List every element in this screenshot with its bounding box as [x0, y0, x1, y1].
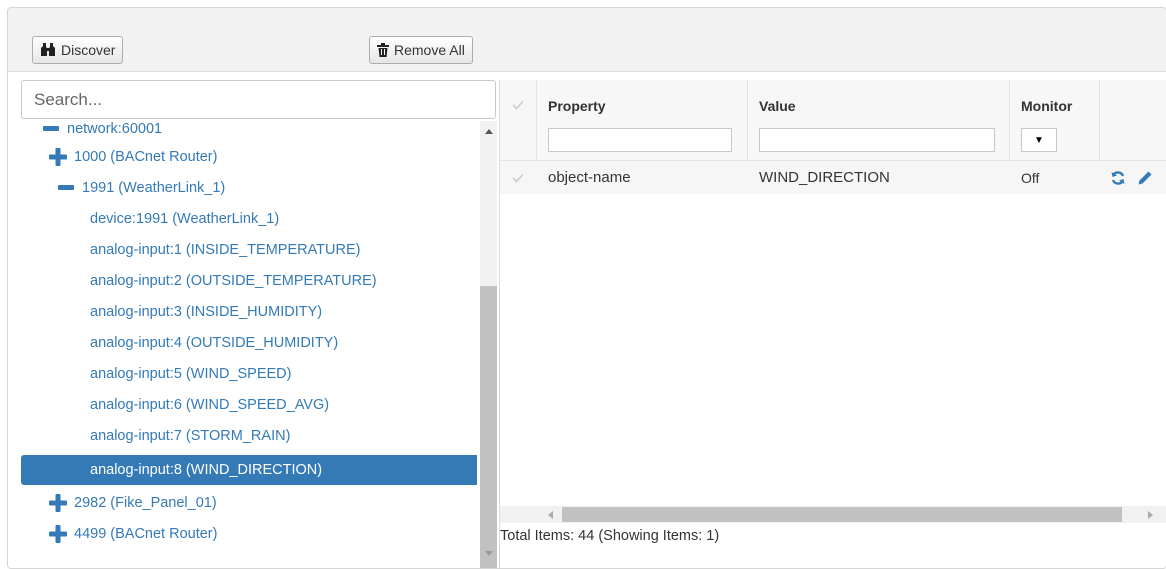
property-filter-input[interactable] — [548, 128, 732, 152]
tree-node-object[interactable]: analog-input:1 (INSIDE_TEMPERATURE) — [21, 235, 477, 265]
grid-header: Property Value Monitor ▼ — [500, 80, 1166, 161]
tree-node-label: 1991 (WeatherLink_1) — [82, 180, 226, 196]
scroll-right-arrow-icon[interactable] — [1142, 506, 1159, 523]
tree-pane: network:60001 1000 (BACnet Router) 1991 … — [21, 80, 497, 568]
tree-node-object[interactable]: analog-input:6 (WIND_SPEED_AVG) — [21, 390, 477, 420]
tree-node-label: analog-input:8 (WIND_DIRECTION) — [90, 462, 323, 478]
trash-icon — [377, 43, 389, 57]
grid-horizontal-scrollbar[interactable] — [500, 506, 1166, 523]
dropdown-arrow-icon: ▼ — [1034, 134, 1044, 146]
remove-all-button[interactable]: Remove All — [369, 36, 473, 64]
tree-node-label: analog-input:7 (STORM_RAIN) — [90, 428, 291, 444]
select-all-column[interactable] — [500, 80, 537, 160]
expand-icon[interactable] — [47, 148, 69, 166]
checkmark-icon[interactable] — [512, 97, 524, 113]
row-checkmark-icon[interactable] — [512, 161, 524, 194]
scrollbar-thumb[interactable] — [562, 507, 1122, 522]
collapse-icon[interactable] — [40, 126, 62, 132]
tree-node-network[interactable]: network:60001 — [21, 121, 477, 144]
tree-node-device-1000[interactable]: 1000 (BACnet Router) — [21, 142, 477, 172]
property-column: Property — [537, 80, 748, 160]
discover-button[interactable]: Discover — [32, 36, 124, 64]
expand-icon[interactable] — [47, 494, 69, 512]
tree-node-label: analog-input:2 (OUTSIDE_TEMPERATURE) — [90, 273, 377, 289]
collapse-icon[interactable] — [55, 185, 77, 191]
monitor-header[interactable]: Monitor — [1021, 98, 1072, 114]
tree-node-device-2982[interactable]: 2982 (Fike_Panel_01) — [21, 488, 477, 518]
tree-node-label: analog-input:1 (INSIDE_TEMPERATURE) — [90, 242, 361, 258]
monitor-filter-select[interactable]: ▼ — [1021, 128, 1057, 152]
discover-label: Discover — [61, 42, 116, 58]
tree-node-object[interactable]: device:1991 (WeatherLink_1) — [21, 204, 477, 234]
toolbar: Discover Remove All — [8, 8, 1166, 72]
tree-node-label: network:60001 — [67, 121, 163, 137]
tree-node-label: analog-input:5 (WIND_SPEED) — [90, 366, 292, 382]
tree-node-object[interactable]: analog-input:5 (WIND_SPEED) — [21, 359, 477, 389]
tree-node-device-1991[interactable]: 1991 (WeatherLink_1) — [21, 173, 477, 203]
refresh-icon[interactable] — [1110, 161, 1126, 194]
tree-node-label: 1000 (BACnet Router) — [74, 149, 218, 165]
tree-node-device-4499[interactable]: 4499 (BACnet Router) — [21, 519, 477, 549]
tree-node-label: 2982 (Fike_Panel_01) — [74, 495, 217, 511]
remove-all-label: Remove All — [394, 42, 465, 58]
value-column: Value — [748, 80, 1010, 160]
tree-node-object[interactable]: analog-input:3 (INSIDE_HUMIDITY) — [21, 297, 477, 327]
tree-node-object[interactable]: analog-input:7 (STORM_RAIN) — [21, 421, 477, 451]
tree-node-label: analog-input:6 (WIND_SPEED_AVG) — [90, 397, 330, 413]
tree-node-label: device:1991 (WeatherLink_1) — [90, 211, 280, 227]
value-cell: WIND_DIRECTION — [759, 169, 890, 186]
value-filter-input[interactable] — [759, 128, 995, 152]
device-tree: network:60001 1000 (BACnet Router) 1991 … — [21, 121, 477, 561]
tree-node-object[interactable]: analog-input:4 (OUTSIDE_HUMIDITY) — [21, 328, 477, 358]
tree-scrollbar[interactable] — [480, 121, 497, 568]
grid-footer-status: Total Items: 44 (Showing Items: 1) — [500, 528, 720, 544]
scrollbar-thumb[interactable] — [480, 286, 497, 568]
expand-icon[interactable] — [47, 525, 69, 543]
monitor-cell: Off — [1021, 169, 1040, 186]
property-cell: object-name — [548, 169, 631, 186]
scroll-left-arrow-icon[interactable] — [542, 506, 559, 523]
tree-node-selected[interactable]: analog-input:8 (WIND_DIRECTION) — [21, 455, 477, 485]
tree-node-label: 4499 (BACnet Router) — [74, 526, 218, 542]
value-header[interactable]: Value — [759, 98, 796, 114]
scroll-up-arrow-icon[interactable] — [480, 123, 497, 139]
monitor-column: Monitor ▼ — [1010, 80, 1100, 160]
edit-pencil-icon[interactable] — [1137, 161, 1153, 194]
binoculars-icon — [40, 43, 56, 57]
scroll-down-arrow-icon[interactable] — [480, 545, 497, 561]
tree-node-object[interactable]: analog-input:2 (OUTSIDE_TEMPERATURE) — [21, 266, 477, 296]
search-input[interactable] — [21, 80, 496, 119]
table-row[interactable]: object-name WIND_DIRECTION Off — [500, 161, 1166, 194]
tree-node-label: analog-input:4 (OUTSIDE_HUMIDITY) — [90, 335, 339, 351]
main-panel: Discover Remove All net — [7, 7, 1166, 569]
property-grid: Property Value Monitor ▼ object-name WIN… — [499, 80, 1166, 568]
property-header[interactable]: Property — [548, 98, 606, 114]
tree-node-label: analog-input:3 (INSIDE_HUMIDITY) — [90, 304, 323, 320]
